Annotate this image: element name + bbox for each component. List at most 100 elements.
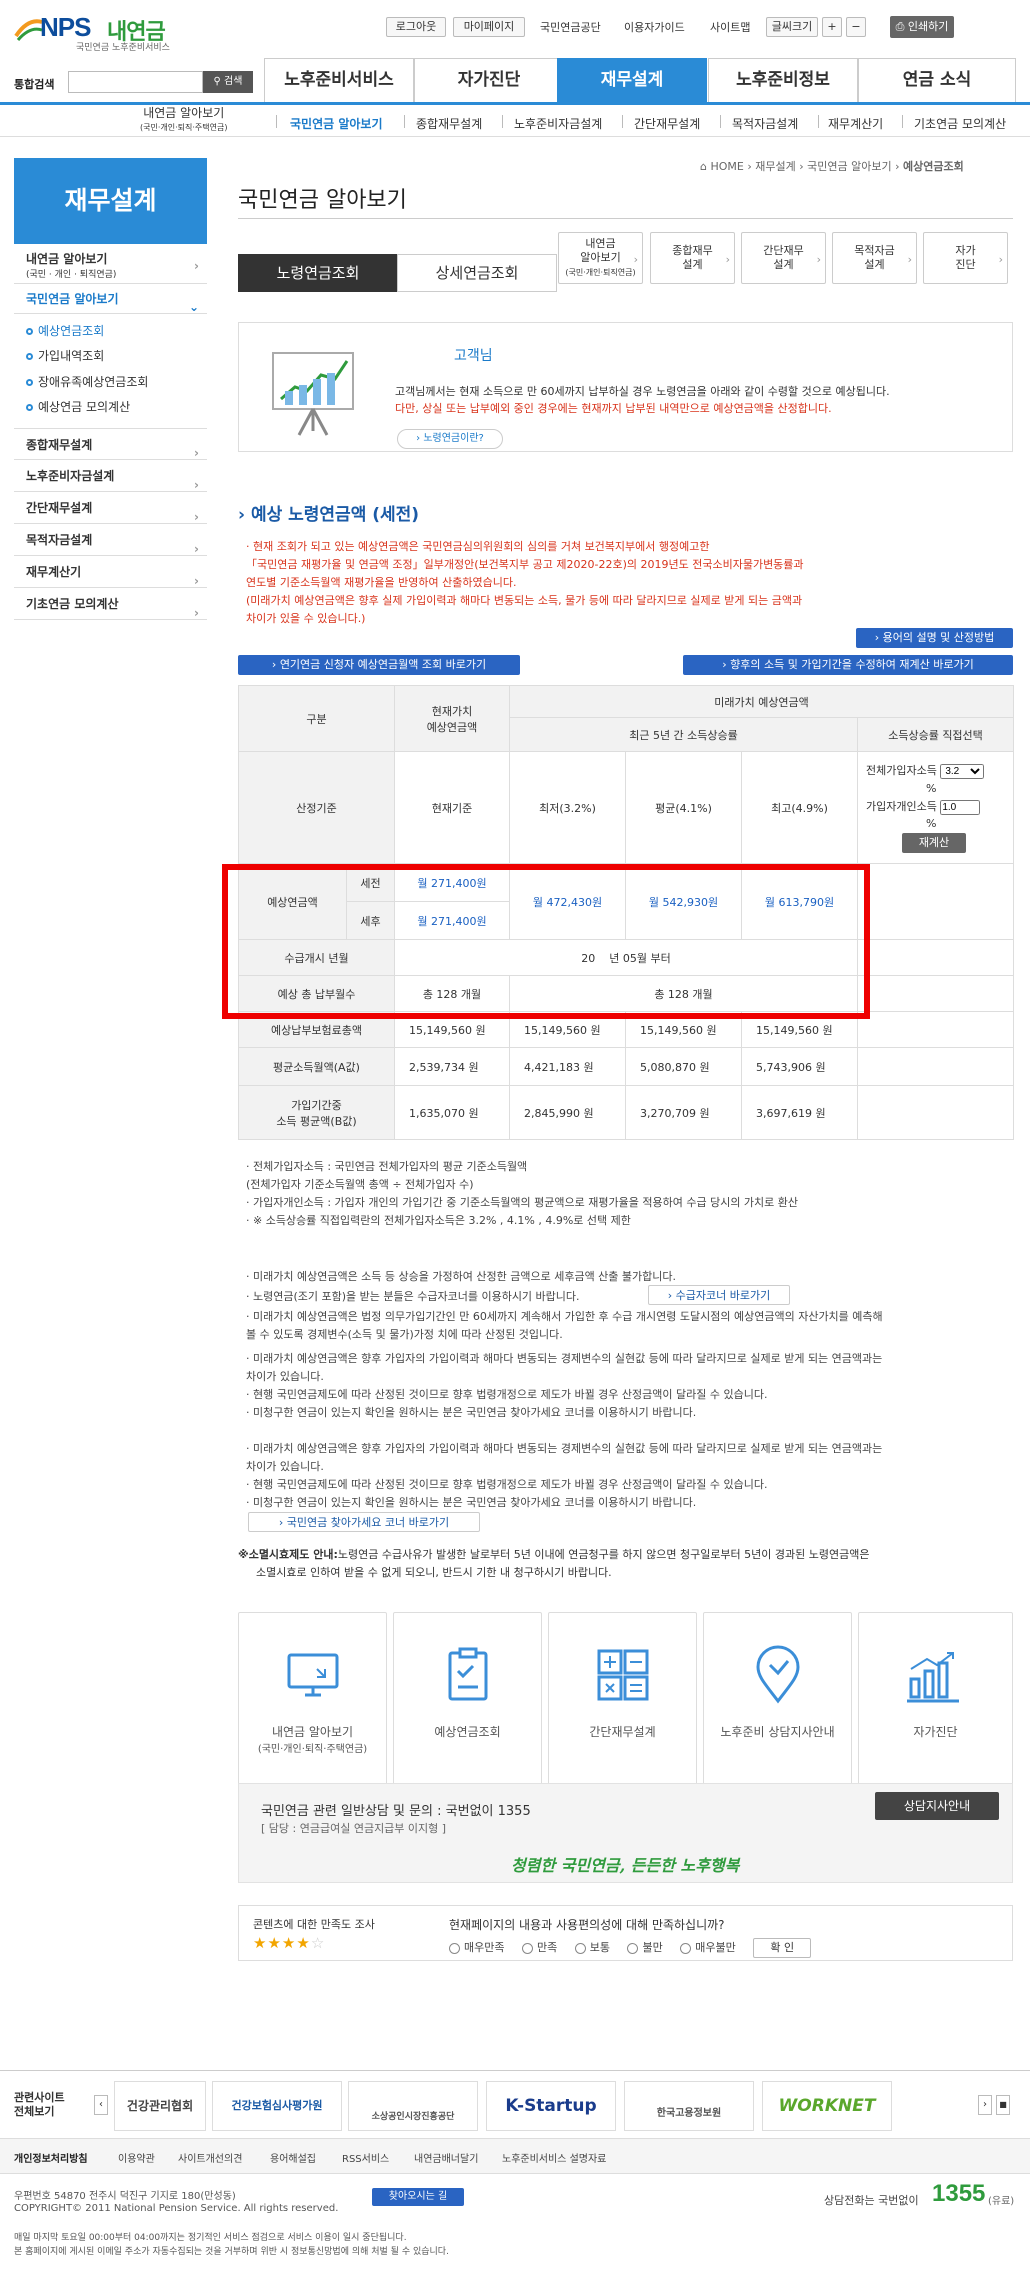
survey-submit-button[interactable]: 확 인 bbox=[753, 1938, 812, 1958]
slogan: 청렴한 국민연금, 든든한 노후행복 bbox=[511, 1856, 740, 1875]
card-my-pension[interactable]: 내연금 알아보기 (국민·개인·퇴직·주택연금) bbox=[238, 1612, 387, 1788]
radio-icon[interactable] bbox=[449, 1942, 460, 1954]
survey-option[interactable]: 만족 bbox=[521, 1941, 557, 1954]
footer-rss-link[interactable]: RSS서비스 bbox=[342, 2150, 389, 2165]
mypage-link[interactable]: 마이페이지 bbox=[453, 17, 525, 37]
gnb-financial-planning[interactable]: 재무설계 bbox=[557, 58, 707, 102]
lnb-item-my-pension[interactable]: 내연금 알아보기 (국민 · 개인 · 퇴직연금) › bbox=[14, 248, 207, 284]
related-label[interactable]: 관련사이트 전체보기 bbox=[14, 2091, 65, 2120]
survey-option[interactable]: 매우불만 bbox=[680, 1941, 736, 1954]
quick-link-comprehensive[interactable]: 종합재무 설계 › bbox=[650, 232, 735, 284]
quick-link-self-diagnosis[interactable]: 자가 진단 › bbox=[923, 232, 1008, 284]
recalc-button[interactable]: 재계산 bbox=[902, 832, 966, 853]
tab-detailed-pension[interactable]: 상세연금조회 bbox=[397, 254, 557, 292]
breadcrumb-item[interactable]: 국민연금 알아보기 bbox=[807, 160, 891, 173]
banner-keis[interactable]: 한국고용정보원 bbox=[624, 2081, 754, 2131]
font-decrease-button[interactable]: − bbox=[846, 17, 866, 37]
footer-privacy-link[interactable]: 개인정보처리방침 bbox=[14, 2150, 88, 2165]
rating-stars[interactable]: ★★★★☆ bbox=[253, 1934, 325, 1952]
banner-semas[interactable]: 소상공인시장진흥공단 bbox=[348, 2081, 478, 2131]
font-increase-button[interactable]: + bbox=[822, 17, 842, 37]
search-button[interactable]: ⚲ 검색 bbox=[203, 71, 253, 93]
guide-link[interactable]: 이용자가이드 bbox=[624, 19, 685, 35]
nps-link[interactable]: 국민연금공단 bbox=[540, 19, 601, 35]
star-icon[interactable]: ★ bbox=[296, 1934, 310, 1952]
star-icon[interactable]: ★ bbox=[253, 1934, 267, 1952]
subnav-simple[interactable]: 간단재무설계 bbox=[634, 115, 700, 132]
logout-link[interactable]: 로그아웃 bbox=[386, 17, 446, 37]
subnav-comprehensive[interactable]: 종합재무설계 bbox=[416, 115, 482, 132]
lnb-item-simple[interactable]: 간단재무설계 › bbox=[14, 492, 207, 524]
branch-guide-button[interactable]: 상담지사안내 bbox=[875, 1792, 999, 1820]
radio-icon[interactable] bbox=[521, 1942, 533, 1954]
basis-low: 최저(3.2%) bbox=[509, 751, 626, 864]
star-empty-icon[interactable]: ☆ bbox=[311, 1934, 325, 1952]
terms-explanation-button[interactable]: › 용어의 설명 및 산정방법 bbox=[856, 628, 1013, 648]
lnb-sub-subscription-history[interactable]: 가입내역조회 bbox=[26, 347, 104, 364]
banner-prev-button[interactable]: ‹ bbox=[94, 2095, 108, 2115]
survey-option[interactable]: 매우만족 bbox=[449, 1941, 504, 1954]
radio-icon[interactable] bbox=[680, 1942, 692, 1954]
card-branch-guide[interactable]: 노후준비 상담지사안내 bbox=[703, 1612, 852, 1788]
banner-stop-button[interactable]: ■ bbox=[996, 2095, 1010, 2115]
card-self-diagnosis[interactable]: 자가진단 bbox=[858, 1612, 1013, 1788]
survey-option[interactable]: 보통 bbox=[574, 1941, 610, 1954]
footer-banner-link[interactable]: 내연금배너달기 bbox=[414, 2150, 478, 2165]
card-simple-planning[interactable]: 간단재무설계 bbox=[548, 1612, 697, 1788]
search-input[interactable] bbox=[68, 71, 203, 93]
subnav-my-pension[interactable]: 내연금 알아보기 (국민·개인·퇴직·주택연금) bbox=[140, 106, 227, 133]
quick-link-purpose[interactable]: 목적자금 설계 › bbox=[832, 232, 917, 284]
banner-worknet[interactable]: WORKNET bbox=[762, 2081, 892, 2131]
recalculate-button[interactable]: › 향후의 소득 및 가입기간을 수정하여 재계산 바로가기 bbox=[683, 655, 1013, 675]
lnb-item-basic-pension[interactable]: 기초연금 모의계산 › bbox=[14, 588, 207, 620]
all-income-select[interactable]: 3.2 bbox=[940, 764, 985, 780]
radio-icon[interactable] bbox=[574, 1942, 586, 1954]
star-icon[interactable]: ★ bbox=[282, 1934, 296, 1952]
nps-logo[interactable]: NPS 내연금 국민연금 노후준비서비스 bbox=[14, 10, 184, 53]
lnb-item-comprehensive[interactable]: 종합재무설계 › bbox=[14, 428, 207, 460]
lnb-item-national-pension[interactable]: 국민연금 알아보기 ⌄ bbox=[14, 284, 207, 314]
personal-income-input[interactable] bbox=[940, 799, 981, 815]
tab-old-age-pension[interactable]: 노령연금조회 bbox=[238, 254, 398, 292]
gnb-self-diagnosis[interactable]: 자가진단 bbox=[414, 58, 564, 102]
banner-next-button[interactable]: › bbox=[978, 2095, 992, 2115]
print-button[interactable]: ⎙ 인쇄하기 bbox=[890, 16, 954, 38]
directions-button[interactable]: 찾아오시는 길 bbox=[372, 2188, 464, 2206]
find-pension-button[interactable]: › 국민연금 찾아가세요 코너 바로가기 bbox=[248, 1512, 480, 1532]
radio-icon[interactable] bbox=[627, 1942, 639, 1954]
quick-link-my-pension[interactable]: 내연금 알아보기 (국민·개인·퇴직연금) › bbox=[558, 232, 643, 284]
footer-glossary-link[interactable]: 용어해설집 bbox=[270, 2150, 316, 2165]
old-age-pension-info-button[interactable]: › 노령연금이란? bbox=[397, 429, 503, 449]
gnb-retirement-info[interactable]: 노후준비정보 bbox=[708, 58, 858, 102]
lnb-sub-simulation[interactable]: 예상연금 모의계산 bbox=[26, 398, 130, 415]
footer-terms-link[interactable]: 이용약관 bbox=[118, 2150, 155, 2165]
breadcrumb-home[interactable]: HOME bbox=[710, 160, 743, 173]
info-line: · 미래가치 예상연금액은 법정 의무가입기간인 만 60세까지 계속해서 가입… bbox=[246, 1310, 883, 1323]
card-expected-pension[interactable]: 예상연금조회 bbox=[393, 1612, 542, 1788]
footer-feedback-link[interactable]: 사이트개선의견 bbox=[178, 2150, 242, 2165]
subnav-retirement-fund[interactable]: 노후준비자금설계 bbox=[514, 115, 602, 132]
gnb-pension-news[interactable]: 연금 소식 bbox=[858, 58, 1016, 102]
quick-link-simple[interactable]: 간단재무 설계 › bbox=[741, 232, 826, 284]
gnb-retirement-service[interactable]: 노후준비서비스 bbox=[264, 58, 414, 102]
deferred-pension-button[interactable]: › 연기연금 신청자 예상연금월액 조회 바로가기 bbox=[238, 655, 520, 675]
lnb-sub-disability[interactable]: 장애유족예상연금조회 bbox=[26, 373, 148, 390]
banner-health-association[interactable]: 건강관리협회 bbox=[114, 2081, 206, 2131]
survey-question: 현재페이지의 내용과 사용편의성에 대해 만족하십니까? bbox=[449, 1918, 725, 1932]
star-icon[interactable]: ★ bbox=[267, 1934, 281, 1952]
subnav-national-pension[interactable]: 국민연금 알아보기 bbox=[290, 115, 383, 132]
lnb-item-retirement-fund[interactable]: 노후준비자금설계 › bbox=[14, 460, 207, 492]
banner-hira[interactable]: 건강보험심사평가원 bbox=[212, 2081, 342, 2131]
survey-option[interactable]: 불만 bbox=[627, 1941, 663, 1954]
banner-kstartup[interactable]: K-Startup bbox=[486, 2081, 616, 2131]
lnb-item-calculator[interactable]: 재무계산기 › bbox=[14, 556, 207, 588]
subnav-basic-pension[interactable]: 기초연금 모의계산 bbox=[914, 115, 1006, 132]
sitemap-link[interactable]: 사이트맵 bbox=[710, 19, 750, 35]
subnav-purpose[interactable]: 목적자금설계 bbox=[732, 115, 798, 132]
lnb-item-purpose[interactable]: 목적자금설계 › bbox=[14, 524, 207, 556]
footer-material-link[interactable]: 노후준비서비스 설명자료 bbox=[502, 2150, 606, 2165]
subnav-calculator[interactable]: 재무계산기 bbox=[828, 115, 883, 132]
recipient-corner-button[interactable]: › 수급자코너 바로가기 bbox=[648, 1285, 790, 1305]
breadcrumb-item[interactable]: 재무설계 bbox=[755, 160, 795, 173]
lnb-sub-expected-pension[interactable]: 예상연금조회 bbox=[26, 322, 104, 339]
